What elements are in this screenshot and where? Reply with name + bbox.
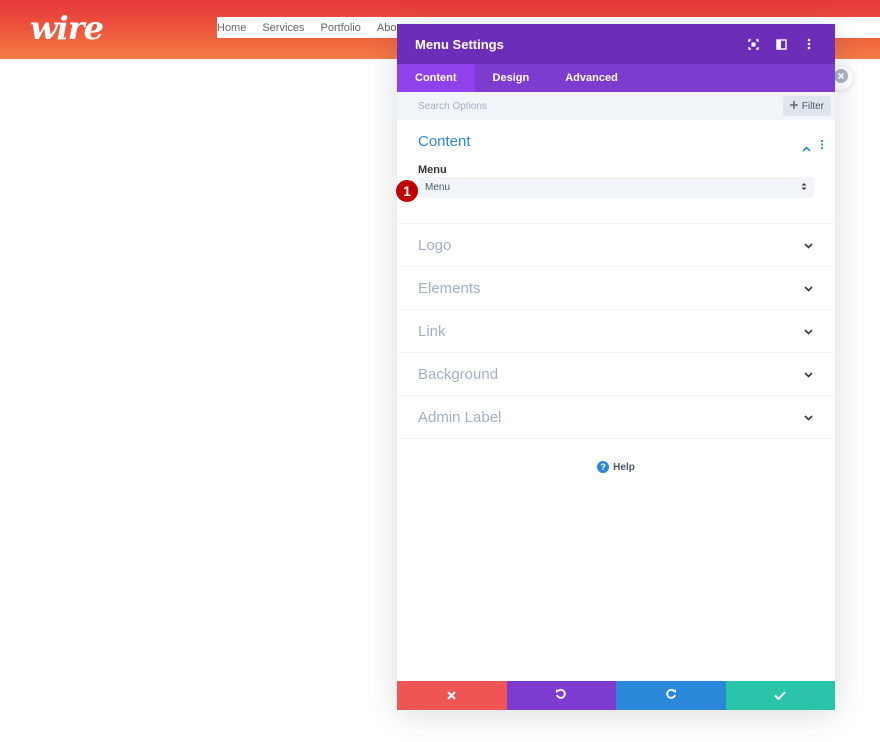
content-section-title[interactable]: Content <box>418 133 471 150</box>
section-background[interactable]: Background <box>397 353 835 396</box>
cancel-icon <box>447 687 456 705</box>
section-elements[interactable]: Elements <box>397 267 835 310</box>
section-title: Background <box>418 365 499 383</box>
check-icon <box>774 687 786 705</box>
chevron-down-icon <box>804 365 813 383</box>
close-icon <box>834 68 848 88</box>
tab-bar: Content Design Advanced <box>397 64 835 92</box>
redo-button[interactable] <box>616 681 726 710</box>
kebab-menu-icon[interactable] <box>801 36 817 52</box>
chevron-down-icon <box>804 322 813 340</box>
modal-title: Menu Settings <box>415 36 504 52</box>
section-admin-label[interactable]: Admin Label <box>397 396 835 439</box>
section-options-icon[interactable] <box>820 137 824 155</box>
section-title: Logo <box>418 236 452 254</box>
section-title: Elements <box>418 279 481 297</box>
help-icon: ? <box>597 461 610 473</box>
section-title: Link <box>418 322 446 340</box>
tab-content[interactable]: Content <box>397 64 475 92</box>
nav-link-services[interactable]: Services <box>262 22 304 34</box>
menu-select[interactable]: Menu <box>418 177 814 198</box>
section-logo[interactable]: Logo <box>397 224 835 267</box>
modal-header: Menu Settings <box>397 24 835 64</box>
section-title: Admin Label <box>418 408 502 426</box>
undo-button[interactable] <box>506 681 616 710</box>
chevron-down-icon <box>804 279 813 297</box>
help-link[interactable]: ? Help <box>397 461 835 473</box>
select-arrows-icon <box>801 182 807 194</box>
filter-button[interactable]: Filter <box>782 96 831 116</box>
redo-icon <box>665 687 677 705</box>
chevron-up-icon[interactable] <box>802 139 811 157</box>
menu-select-value: Menu <box>425 182 451 193</box>
tab-advanced[interactable]: Advanced <box>547 64 636 92</box>
chevron-down-icon <box>804 408 813 426</box>
split-view-icon[interactable] <box>773 36 789 52</box>
save-button[interactable] <box>725 681 835 710</box>
step-number-badge: 1 <box>395 179 419 203</box>
filter-label: Filter <box>801 100 824 112</box>
nav-link-home[interactable]: Home <box>217 22 246 34</box>
nav-link-portfolio[interactable]: Portfolio <box>321 22 361 34</box>
help-label: Help <box>613 461 635 473</box>
settings-modal: Menu Settings Content Design Advanced Fi… <box>395 24 835 710</box>
plus-icon <box>789 100 798 112</box>
content-section: Content Menu Menu <box>397 120 835 224</box>
cancel-button[interactable] <box>397 681 507 710</box>
modal-footer <box>397 681 835 710</box>
tab-design[interactable]: Design <box>475 64 548 92</box>
search-options-input[interactable] <box>418 100 783 112</box>
fullscreen-icon[interactable] <box>745 36 761 52</box>
chevron-down-icon <box>804 236 813 254</box>
section-link[interactable]: Link <box>397 310 835 353</box>
undo-icon <box>555 687 567 705</box>
menu-field-label: Menu <box>418 164 447 176</box>
search-row: Filter <box>397 92 835 120</box>
site-logo[interactable]: wire <box>30 8 104 48</box>
